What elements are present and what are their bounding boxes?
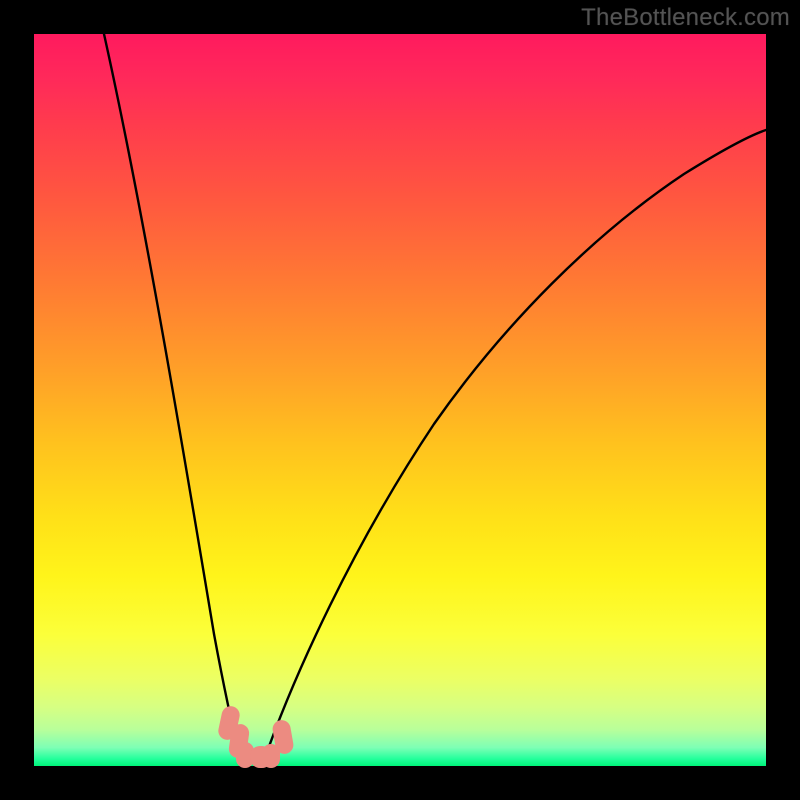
plot-area <box>34 34 766 766</box>
watermark-label: TheBottleneck.com <box>581 4 790 32</box>
bottleneck-curve <box>34 34 766 766</box>
chart-frame: TheBottleneck.com <box>0 0 800 800</box>
